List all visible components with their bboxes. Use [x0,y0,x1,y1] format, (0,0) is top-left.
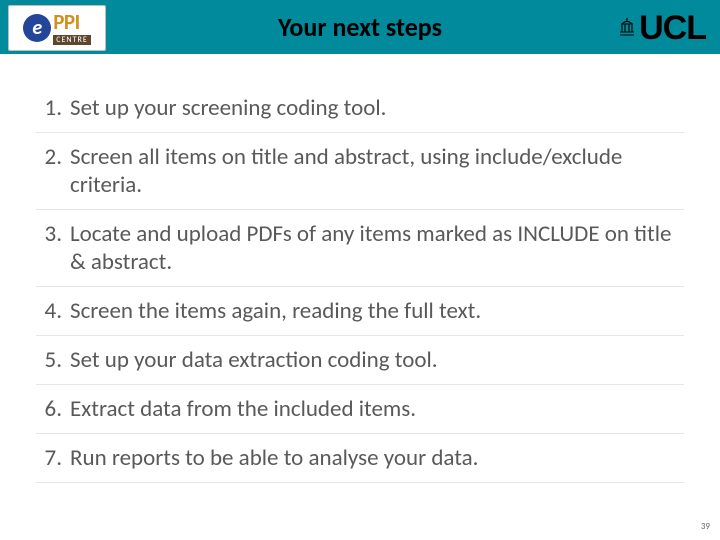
slide-title: Your next steps [0,0,720,54]
step-item: 4.Screen the items again, reading the fu… [36,287,684,336]
step-text: Locate and upload PDFs of any items mark… [66,220,684,276]
step-item: 6.Extract data from the included items. [36,385,684,434]
step-number: 5. [36,346,66,374]
slide: e PPI CENTRE Your next steps UCL 1.Set u… [0,0,720,540]
ucl-logo: UCL [620,9,706,48]
slide-number: 39 [701,521,710,532]
header-bar: e PPI CENTRE Your next steps UCL [0,0,720,54]
step-text: Set up your data extraction coding tool. [66,346,438,374]
step-number: 6. [36,395,66,423]
step-text: Run reports to be able to analyse your d… [66,444,478,472]
step-item: 7.Run reports to be able to analyse your… [36,434,684,483]
step-item: 2.Screen all items on title and abstract… [36,133,684,210]
step-text: Screen the items again, reading the full… [66,297,481,325]
step-text: Extract data from the included items. [66,395,416,423]
step-item: 1.Set up your screening coding tool. [36,84,684,133]
ucl-text-label: UCL [639,9,706,48]
step-text: Screen all items on title and abstract, … [66,143,684,199]
step-text: Set up your screening coding tool. [66,94,387,122]
step-number: 7. [36,444,66,472]
step-number: 1. [36,94,66,122]
step-number: 4. [36,297,66,325]
step-item: 5.Set up your data extraction coding too… [36,336,684,385]
content: 1.Set up your screening coding tool. 2.S… [0,54,720,483]
step-item: 3.Locate and upload PDFs of any items ma… [36,210,684,287]
step-number: 2. [36,143,66,199]
ucl-dome-icon [620,18,634,39]
step-number: 3. [36,220,66,276]
